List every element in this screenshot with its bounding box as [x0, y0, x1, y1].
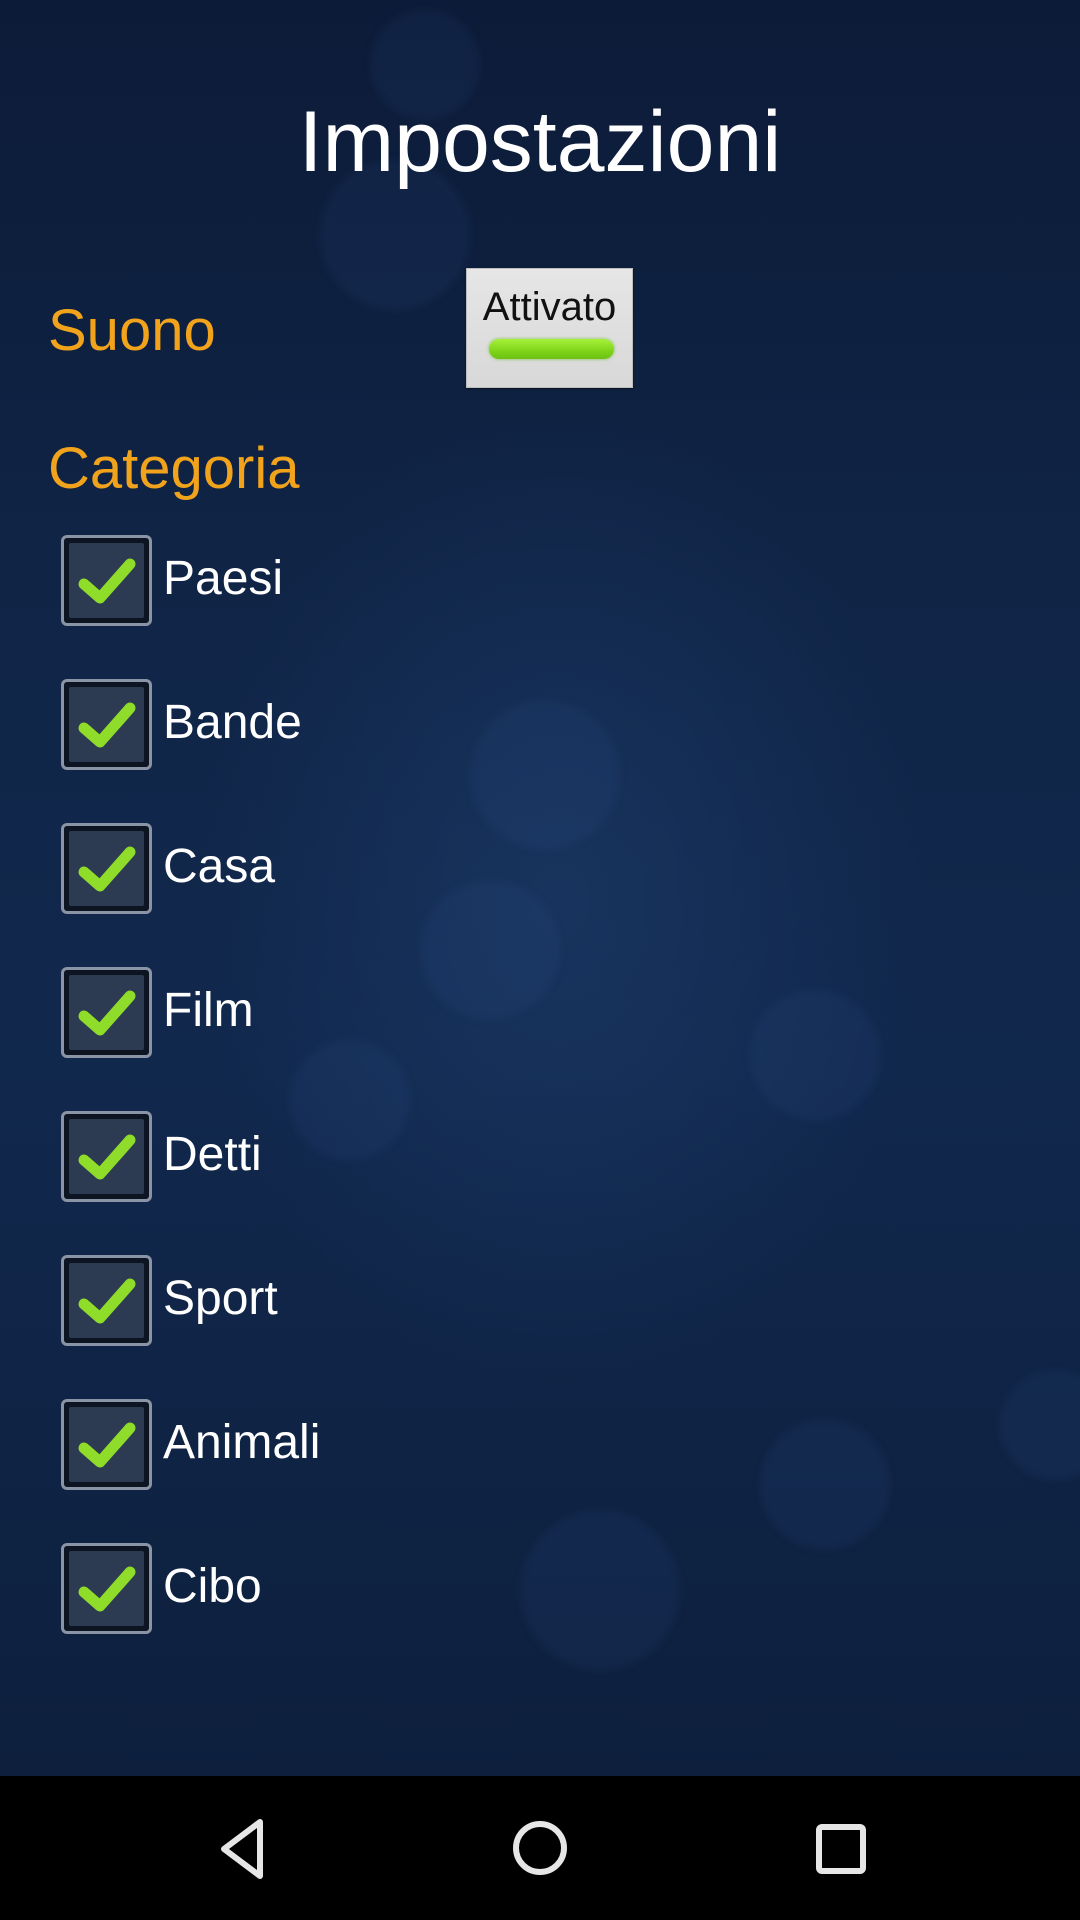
- checkbox-label: Animali: [163, 1416, 321, 1469]
- background-bokeh: [750, 990, 880, 1120]
- checkbox-label: Detti: [163, 1128, 262, 1181]
- sound-label: Suono: [48, 298, 216, 363]
- checkmark-icon: [78, 1278, 136, 1324]
- back-triangle-icon: [221, 1819, 263, 1879]
- checkbox-label: Casa: [163, 840, 276, 893]
- category-checkbox-bande[interactable]: Bande: [61, 679, 561, 771]
- checkmark-icon: [78, 846, 136, 892]
- category-checkbox-paesi[interactable]: Paesi: [61, 535, 561, 627]
- nav-back-button[interactable]: [190, 1798, 290, 1898]
- background-bokeh: [760, 1420, 890, 1550]
- checkmark-icon: [78, 702, 136, 748]
- settings-screen: Impostazioni Suono Attivato Categoria Pa…: [0, 0, 1080, 1776]
- checkmark-icon: [78, 558, 136, 604]
- checkbox[interactable]: [61, 967, 152, 1058]
- home-circle-icon: [513, 1821, 567, 1875]
- checkbox[interactable]: [61, 1255, 152, 1346]
- checkbox[interactable]: [61, 823, 152, 914]
- recents-square-icon: [816, 1824, 866, 1874]
- category-checkbox-casa[interactable]: Casa: [61, 823, 561, 915]
- checkbox-label: Paesi: [163, 552, 284, 605]
- nav-recents-button[interactable]: [790, 1798, 890, 1898]
- checkbox-label: Sport: [163, 1272, 278, 1325]
- navigation-bar: [0, 1776, 1080, 1920]
- checkbox[interactable]: [61, 535, 152, 626]
- category-checkbox-animali[interactable]: Animali: [61, 1399, 561, 1491]
- category-label: Categoria: [48, 436, 300, 501]
- category-checkbox-detti[interactable]: Detti: [61, 1111, 561, 1203]
- category-checkbox-film[interactable]: Film: [61, 967, 561, 1059]
- checkbox[interactable]: [61, 1399, 152, 1490]
- toggle-on-indicator: [489, 339, 614, 359]
- checkbox-label: Bande: [163, 696, 302, 749]
- checkmark-icon: [78, 990, 136, 1036]
- checkbox[interactable]: [61, 1111, 152, 1202]
- sound-toggle-button[interactable]: Attivato: [466, 268, 633, 388]
- sound-toggle-label: Attivato: [482, 285, 617, 329]
- checkbox-label: Cibo: [163, 1560, 262, 1613]
- checkmark-icon: [78, 1134, 136, 1180]
- checkmark-icon: [78, 1566, 136, 1612]
- checkbox-label: Film: [163, 984, 254, 1037]
- checkmark-icon: [78, 1422, 136, 1468]
- background-bokeh: [1000, 1370, 1080, 1480]
- checkbox[interactable]: [61, 679, 152, 770]
- nav-home-button[interactable]: [490, 1798, 590, 1898]
- category-checkbox-cibo[interactable]: Cibo: [61, 1543, 561, 1635]
- checkbox[interactable]: [61, 1543, 152, 1634]
- page-title: Impostazioni: [298, 94, 782, 190]
- category-checkbox-sport[interactable]: Sport: [61, 1255, 561, 1347]
